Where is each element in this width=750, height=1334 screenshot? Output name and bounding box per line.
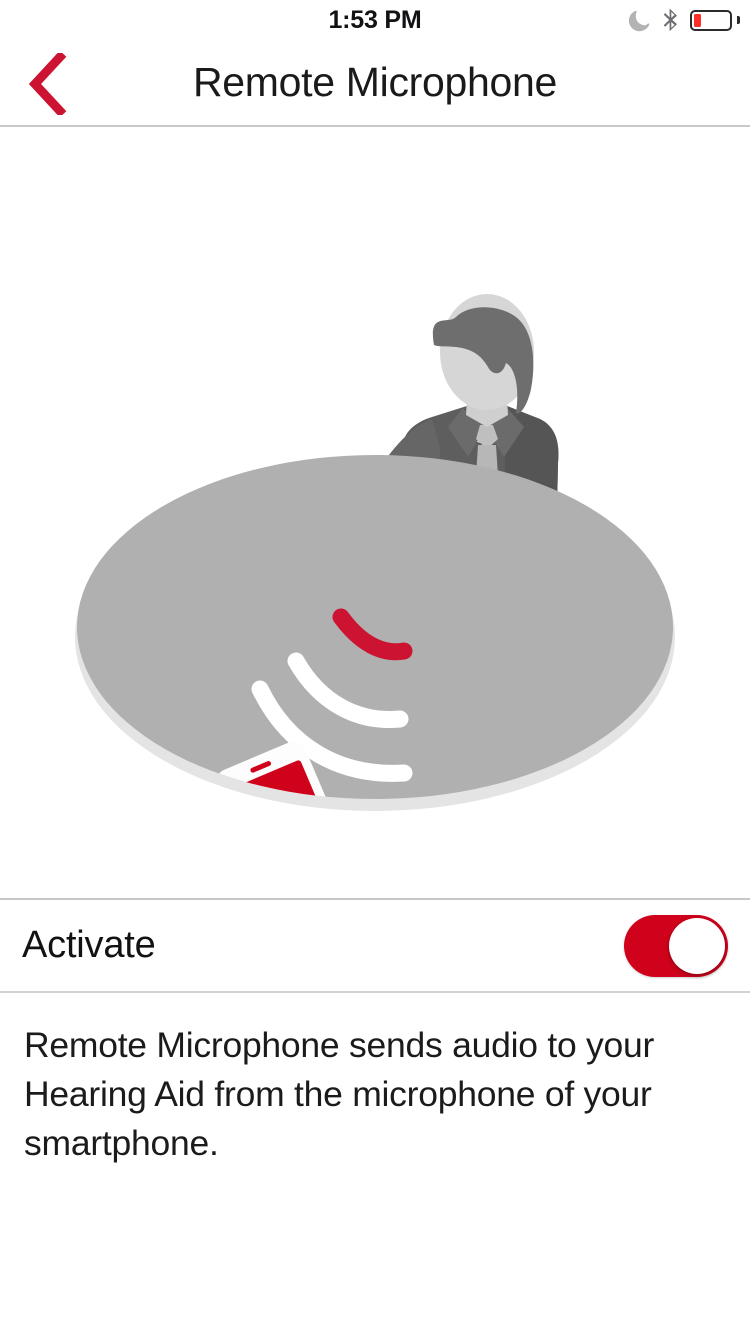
status-bar: 1:53 PM: [0, 0, 750, 40]
battery-body: [690, 9, 732, 31]
illustration-area: [0, 127, 750, 900]
do-not-disturb-moon-icon: [629, 10, 650, 31]
nav-bar: Remote Microphone: [0, 40, 750, 127]
page-title: Remote Microphone: [192, 59, 558, 105]
battery-fill: [694, 13, 701, 27]
battery-icon: [690, 9, 740, 31]
battery-cap: [737, 16, 740, 24]
activate-label: Activate: [22, 924, 156, 966]
remote-microphone-illustration: [75, 294, 675, 887]
status-bar-icons: [629, 8, 740, 32]
description-text: Remote Microphone sends audio to your He…: [24, 1025, 655, 1163]
back-button[interactable]: [0, 40, 96, 127]
phone-home-button: [293, 867, 323, 887]
activate-toggle[interactable]: [624, 914, 728, 977]
chevron-left-icon: [29, 52, 67, 115]
activate-toggle-knob: [669, 917, 725, 974]
bluetooth-icon: [663, 8, 677, 32]
activate-row[interactable]: Activate: [0, 900, 750, 993]
app-screen: 1:53 PM Remote Microphone Activate Remot…: [0, 0, 750, 1334]
table-ellipse: [77, 455, 673, 799]
